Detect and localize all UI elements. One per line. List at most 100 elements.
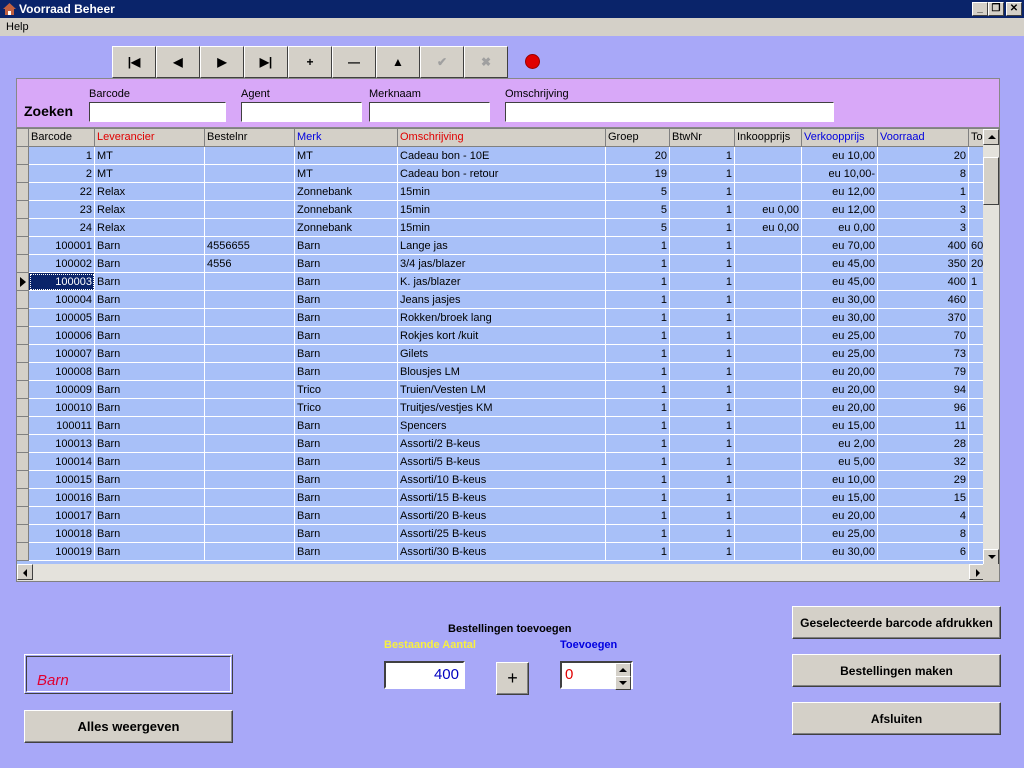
row-indicator[interactable] bbox=[17, 291, 29, 309]
cell-voorraad[interactable]: 3 bbox=[878, 219, 969, 237]
cell-groep[interactable]: 1 bbox=[606, 399, 670, 417]
cell-inkoopprijs[interactable] bbox=[735, 327, 802, 345]
table-row[interactable]: 100011 Barn Barn Spencers 1 1 eu 15,00 11 bbox=[17, 417, 985, 435]
cell-leverancier[interactable]: Barn bbox=[95, 471, 205, 489]
cell-bestelnr[interactable] bbox=[205, 435, 295, 453]
row-indicator[interactable] bbox=[17, 363, 29, 381]
cell-groep[interactable]: 1 bbox=[606, 525, 670, 543]
scroll-thumb[interactable] bbox=[983, 157, 999, 205]
next-record-button[interactable]: ▶ bbox=[200, 46, 244, 78]
cell-verkoopprijs[interactable]: eu 15,00 bbox=[802, 417, 878, 435]
table-row[interactable]: 100019 Barn Barn Assorti/30 B-keus 1 1 eu 30,0… bbox=[17, 543, 985, 561]
prior-record-button[interactable]: ◀ bbox=[156, 46, 200, 78]
row-indicator[interactable] bbox=[17, 507, 29, 525]
cell-groep[interactable]: 1 bbox=[606, 291, 670, 309]
table-row[interactable]: 22 Relax Zonnebank 15min 5 1 eu 12,00 1 bbox=[17, 183, 985, 201]
table-row[interactable]: 1 MT MT Cadeau bon - 10E 20 1 eu 10,00 20 bbox=[17, 147, 985, 165]
delete-record-button[interactable]: — bbox=[332, 46, 376, 78]
cell-voorraad[interactable]: 350 bbox=[878, 255, 969, 273]
cell-inkoopprijs[interactable] bbox=[735, 435, 802, 453]
table-row[interactable]: 100001 Barn 4556655 Barn Lange jas 1 1 eu 70,00… bbox=[17, 237, 985, 255]
cell-omschrijving[interactable]: Assorti/2 B-keus bbox=[398, 435, 606, 453]
cell-bestelnr[interactable] bbox=[205, 165, 295, 183]
agent-search-input[interactable] bbox=[241, 102, 362, 122]
cell-merk[interactable]: Barn bbox=[295, 507, 398, 525]
row-indicator[interactable] bbox=[17, 345, 29, 363]
cell-inkoopprijs[interactable]: eu 0,00 bbox=[735, 201, 802, 219]
cell-barcode[interactable]: 100011 bbox=[29, 417, 95, 435]
cell-groep[interactable]: 1 bbox=[606, 255, 670, 273]
cell-btwnr[interactable]: 1 bbox=[670, 435, 735, 453]
cell-omschrijving[interactable]: Rokken/broek lang bbox=[398, 309, 606, 327]
cell-verkoopprijs[interactable]: eu 70,00 bbox=[802, 237, 878, 255]
cell-omschrijving[interactable]: Jeans jasjes bbox=[398, 291, 606, 309]
cell-btwnr[interactable]: 1 bbox=[670, 237, 735, 255]
table-row[interactable]: 24 Relax Zonnebank 15min 5 1 eu 0,00 eu 0,00 3 bbox=[17, 219, 985, 237]
cell-verkoopprijs[interactable]: eu 10,00 bbox=[802, 147, 878, 165]
column-header-barcode[interactable]: Barcode bbox=[29, 129, 95, 147]
cell-bestelnr[interactable] bbox=[205, 417, 295, 435]
cell-groep[interactable]: 20 bbox=[606, 147, 670, 165]
cell-merk[interactable]: Barn bbox=[295, 363, 398, 381]
cell-merk[interactable]: Barn bbox=[295, 435, 398, 453]
cell-omschrijving[interactable]: K. jas/blazer bbox=[398, 273, 606, 291]
cell-omschrijving[interactable]: Assorti/20 B-keus bbox=[398, 507, 606, 525]
table-row[interactable]: 100013 Barn Barn Assorti/2 B-keus 1 1 eu 2,00 2… bbox=[17, 435, 985, 453]
cell-btwnr[interactable]: 1 bbox=[670, 255, 735, 273]
cell-btwnr[interactable]: 1 bbox=[670, 471, 735, 489]
row-indicator[interactable] bbox=[17, 417, 29, 435]
cell-omschrijving[interactable]: Assorti/15 B-keus bbox=[398, 489, 606, 507]
cell-verkoopprijs[interactable]: eu 20,00 bbox=[802, 363, 878, 381]
cell-inkoopprijs[interactable] bbox=[735, 291, 802, 309]
cell-btwnr[interactable]: 1 bbox=[670, 363, 735, 381]
scroll-left-button[interactable] bbox=[17, 564, 33, 580]
table-row[interactable]: 23 Relax Zonnebank 15min 5 1 eu 0,00 eu 12,00 3 bbox=[17, 201, 985, 219]
cell-groep[interactable]: 1 bbox=[606, 363, 670, 381]
cell-voorraad[interactable]: 4 bbox=[878, 507, 969, 525]
cell-merk[interactable]: MT bbox=[295, 165, 398, 183]
cell-groep[interactable]: 1 bbox=[606, 453, 670, 471]
menu-help[interactable]: Help bbox=[6, 21, 29, 33]
row-indicator[interactable] bbox=[17, 489, 29, 507]
table-row[interactable]: 100006 Barn Barn Rokjes kort /kuit 1 1 eu 25,0… bbox=[17, 327, 985, 345]
cell-leverancier[interactable]: Barn bbox=[95, 363, 205, 381]
cell-verkoopprijs[interactable]: eu 12,00 bbox=[802, 201, 878, 219]
cell-merk[interactable]: Trico bbox=[295, 399, 398, 417]
cell-groep[interactable]: 1 bbox=[606, 489, 670, 507]
cell-verkoopprijs[interactable]: eu 45,00 bbox=[802, 255, 878, 273]
cell-bestelnr[interactable] bbox=[205, 381, 295, 399]
cell-inkoopprijs[interactable] bbox=[735, 345, 802, 363]
cell-bestelnr[interactable] bbox=[205, 345, 295, 363]
cell-voorraad[interactable]: 28 bbox=[878, 435, 969, 453]
cell-barcode[interactable]: 100015 bbox=[29, 471, 95, 489]
column-header-bestelnr[interactable]: Bestelnr bbox=[205, 129, 295, 147]
cell-btwnr[interactable]: 1 bbox=[670, 489, 735, 507]
cell-bestelnr[interactable] bbox=[205, 183, 295, 201]
cell-voorraad[interactable]: 29 bbox=[878, 471, 969, 489]
cell-groep[interactable]: 1 bbox=[606, 237, 670, 255]
cell-voorraad[interactable]: 96 bbox=[878, 399, 969, 417]
table-row[interactable]: 100008 Barn Barn Blousjes LM 1 1 eu 20,00 79 bbox=[17, 363, 985, 381]
cell-bestelnr[interactable] bbox=[205, 291, 295, 309]
cell-bestelnr[interactable] bbox=[205, 273, 295, 291]
cell-verkoopprijs[interactable]: eu 12,00 bbox=[802, 183, 878, 201]
cell-verkoopprijs[interactable]: eu 2,00 bbox=[802, 435, 878, 453]
post-record-button[interactable]: ✔ bbox=[420, 46, 464, 78]
row-indicator[interactable] bbox=[17, 309, 29, 327]
cell-bestelnr[interactable] bbox=[205, 525, 295, 543]
cell-groep[interactable]: 1 bbox=[606, 273, 670, 291]
cell-merk[interactable]: Zonnebank bbox=[295, 201, 398, 219]
cell-inkoopprijs[interactable] bbox=[735, 471, 802, 489]
cell-merk[interactable]: Barn bbox=[295, 453, 398, 471]
cell-merk[interactable]: Barn bbox=[295, 309, 398, 327]
cell-barcode[interactable]: 100001 bbox=[29, 237, 95, 255]
cell-btwnr[interactable]: 1 bbox=[670, 147, 735, 165]
cell-leverancier[interactable]: Relax bbox=[95, 201, 205, 219]
cell-inkoopprijs[interactable] bbox=[735, 363, 802, 381]
cell-btwnr[interactable]: 1 bbox=[670, 507, 735, 525]
show-all-button[interactable]: Alles weergeven bbox=[24, 710, 233, 743]
cell-groep[interactable]: 1 bbox=[606, 471, 670, 489]
cell-verkoopprijs[interactable]: eu 20,00 bbox=[802, 381, 878, 399]
cell-barcode[interactable]: 23 bbox=[29, 201, 95, 219]
cell-groep[interactable]: 1 bbox=[606, 435, 670, 453]
